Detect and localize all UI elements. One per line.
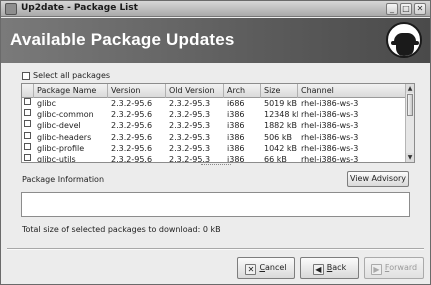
cell-old-version: 2.3.2-95.3 (169, 132, 211, 142)
window-title: Up2date - Package List (21, 3, 138, 13)
table-row[interactable]: glibc-headers 2.3.2-95.6 2.3.2-95.3 i386 506… (22, 131, 406, 143)
checkbox-icon[interactable] (24, 154, 31, 161)
column-header-package-name[interactable]: Package Name (34, 84, 108, 98)
cell-version: 2.3.2-95.6 (111, 155, 153, 162)
table-row[interactable]: glibc-utils 2.3.2-95.6 2.3.2-95.3 i386 66 kB… (22, 154, 406, 162)
row-checkbox[interactable] (22, 98, 34, 109)
package-information-label: Package Information (22, 175, 105, 184)
cell-channel: rhel-i386-ws-3 (301, 132, 359, 142)
cell-arch: i386 (227, 121, 245, 131)
view-advisory-button[interactable]: View Advisory (347, 171, 409, 187)
column-header-version[interactable]: Version (108, 84, 166, 98)
cell-package-name: glibc-utils (37, 155, 76, 162)
vertical-scrollbar[interactable]: ▲ ▼ (405, 84, 414, 162)
package-information-box (21, 192, 410, 217)
scroll-thumb[interactable] (407, 94, 413, 116)
cancel-button[interactable]: ✕ Cancel (237, 257, 295, 279)
close-button[interactable]: ✕ (414, 3, 426, 15)
cell-channel: rhel-i386-ws-3 (301, 99, 359, 108)
cell-channel: rhel-i386-ws-3 (301, 121, 359, 131)
cell-version: 2.3.2-95.6 (111, 143, 153, 153)
cell-size: 506 kB (264, 132, 292, 142)
cell-old-version: 2.3.2-95.3 (169, 143, 211, 153)
cell-old-version: 2.3.2-95.3 (169, 155, 211, 162)
forward-button[interactable]: ▶ Forward (364, 257, 424, 279)
cell-channel: rhel-i386-ws-3 (301, 155, 359, 162)
cell-version: 2.3.2-95.6 (111, 121, 153, 131)
cell-size: 1042 kB (264, 143, 298, 153)
cell-version: 2.3.2-95.6 (111, 110, 153, 120)
cell-old-version: 2.3.2-95.3 (169, 99, 211, 108)
column-header-channel[interactable]: Channel (298, 84, 406, 98)
title-bar[interactable]: Up2date - Package List _ □ ✕ (1, 1, 430, 17)
scroll-down-icon[interactable]: ▼ (406, 153, 414, 162)
column-header-select[interactable] (22, 84, 34, 98)
select-all-label: Select all packages (33, 71, 111, 80)
table-row[interactable]: glibc-devel 2.3.2-95.6 2.3.2-95.3 i386 1882 … (22, 120, 406, 131)
up2date-window: Up2date - Package List _ □ ✕ Available P… (0, 0, 431, 285)
cell-old-version: 2.3.2-95.3 (169, 110, 211, 120)
table-row[interactable]: glibc 2.3.2-95.6 2.3.2-95.3 i686 5019 kB rhel… (22, 98, 406, 109)
scroll-up-icon[interactable]: ▲ (406, 84, 414, 93)
redhat-logo-icon (386, 22, 422, 58)
cell-arch: i386 (227, 110, 245, 120)
row-checkbox[interactable] (22, 109, 34, 120)
column-header-old-version[interactable]: Old Version (166, 84, 224, 98)
cell-channel: rhel-i386-ws-3 (301, 110, 359, 120)
table-row[interactable]: glibc-common 2.3.2-95.6 2.3.2-95.3 i386 1234… (22, 109, 406, 120)
back-button[interactable]: ◀ Back (300, 257, 359, 279)
checkbox-icon[interactable] (24, 98, 31, 105)
forward-icon: ▶ (370, 264, 382, 275)
row-checkbox[interactable] (22, 142, 34, 154)
cell-package-name: glibc (37, 99, 56, 108)
cell-arch: i386 (227, 143, 245, 153)
row-checkbox[interactable] (22, 154, 34, 162)
cell-version: 2.3.2-95.6 (111, 132, 153, 142)
cell-arch: i386 (227, 132, 245, 142)
cell-arch: i686 (227, 99, 245, 108)
app-icon[interactable] (5, 3, 17, 15)
cell-size: 12348 kB (264, 110, 298, 120)
cell-arch: i386 (227, 155, 245, 162)
page-title: Available Package Updates (10, 30, 235, 49)
column-header-size[interactable]: Size (261, 84, 298, 98)
checkbox-icon[interactable] (24, 142, 31, 150)
table-body: glibc 2.3.2-95.6 2.3.2-95.3 i686 5019 kB rhel… (22, 98, 406, 162)
cell-channel: rhel-i386-ws-3 (301, 143, 359, 153)
cell-size: 1882 kB (264, 121, 298, 131)
cell-package-name: glibc-profile (37, 143, 85, 153)
maximize-button[interactable]: □ (400, 3, 412, 15)
cell-old-version: 2.3.2-95.3 (169, 121, 211, 131)
total-size-text: Total size of selected packages to downl… (22, 225, 221, 234)
table-row[interactable]: glibc-profile 2.3.2-95.6 2.3.2-95.3 i386 104… (22, 142, 406, 154)
checkbox-icon[interactable] (24, 131, 31, 139)
separator (7, 248, 424, 250)
row-checkbox[interactable] (22, 131, 34, 143)
cell-package-name: glibc-common (37, 110, 94, 120)
cell-size: 66 kB (264, 155, 287, 162)
table-header: Package Name Version Old Version Arch Si… (22, 84, 406, 98)
cell-size: 5019 kB (264, 99, 298, 108)
column-header-arch[interactable]: Arch (224, 84, 261, 98)
header-banner: Available Package Updates (1, 18, 430, 63)
cell-package-name: glibc-headers (37, 132, 92, 142)
row-checkbox[interactable] (22, 120, 34, 131)
back-icon: ◀ (312, 264, 324, 275)
cancel-icon: ✕ (245, 264, 257, 275)
checkbox-icon[interactable] (22, 71, 30, 80)
cell-version: 2.3.2-95.6 (111, 99, 153, 108)
cell-package-name: glibc-devel (37, 121, 81, 131)
minimize-button[interactable]: _ (386, 3, 398, 15)
checkbox-icon[interactable] (24, 109, 31, 117)
checkbox-icon[interactable] (24, 120, 31, 128)
select-all-checkbox[interactable]: Select all packages (22, 71, 110, 80)
package-table: Package Name Version Old Version Arch Si… (21, 83, 415, 163)
pane-resize-grip[interactable] (201, 164, 231, 166)
